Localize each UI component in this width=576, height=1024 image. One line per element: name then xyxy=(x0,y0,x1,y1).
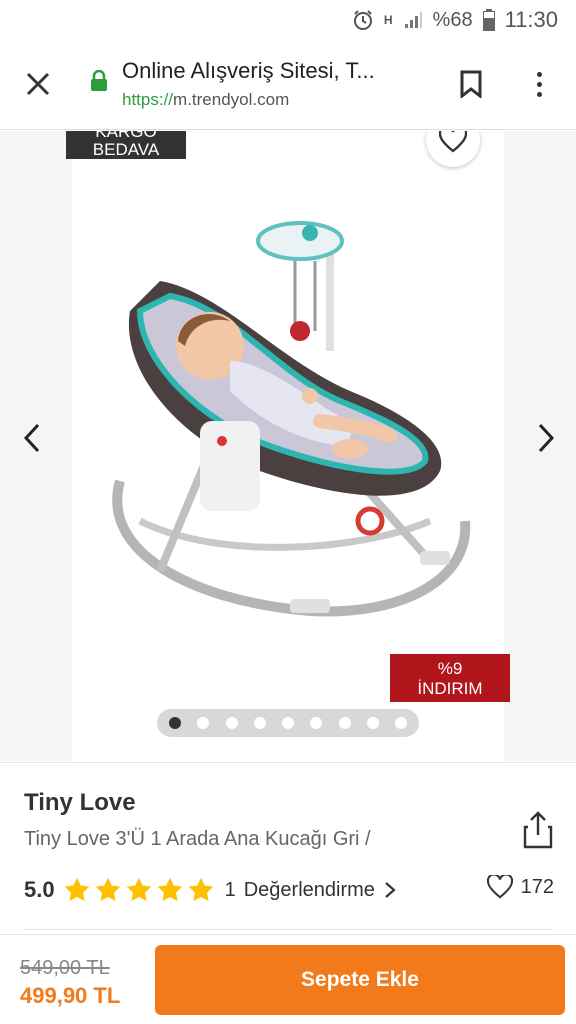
overflow-menu-dot xyxy=(536,81,542,87)
pagination-dot[interactable] xyxy=(310,717,323,729)
page-title[interactable]: Online Alışveriş Sitesi, T... xyxy=(122,58,422,84)
lock-icon xyxy=(90,69,108,92)
rating-score: 5.0 xyxy=(24,877,55,902)
alarm-icon xyxy=(352,9,374,31)
product-gallery[interactable]: KARGO BEDAVA %9 İNDIRIM xyxy=(0,131,576,761)
star-icon xyxy=(188,877,213,901)
discount-percent: %9 xyxy=(437,659,463,678)
heart-icon xyxy=(486,875,513,899)
signal-icon xyxy=(403,10,423,30)
status-bar: H %68 11:30 xyxy=(0,0,576,40)
pagination-dot[interactable] xyxy=(253,717,266,729)
close-button[interactable] xyxy=(20,66,56,102)
status-time: 11:30 xyxy=(504,7,558,32)
star-icon xyxy=(157,877,182,901)
network-type: H xyxy=(383,13,393,27)
pagination-dot[interactable] xyxy=(225,717,238,729)
share-icon xyxy=(523,811,553,849)
cargo-badge-line2: BEDAVA xyxy=(92,140,160,159)
pagination-dot[interactable] xyxy=(395,717,407,729)
heart-icon xyxy=(439,131,467,153)
overflow-menu-dot xyxy=(536,91,542,97)
star-icon xyxy=(95,877,120,901)
gallery-pagination[interactable] xyxy=(157,709,419,737)
previous-image-button[interactable] xyxy=(18,421,48,455)
reviews-link[interactable]: Değerlendirme xyxy=(244,879,375,902)
pagination-dot[interactable] xyxy=(366,717,379,729)
free-shipping-badge: KARGO BEDAVA xyxy=(66,131,186,159)
pagination-dot[interactable] xyxy=(197,717,210,729)
chevron-right-icon xyxy=(538,423,555,453)
rating-row: 5.0 1 Değerlendirme 172 xyxy=(24,875,554,905)
pagination-dot[interactable] xyxy=(282,717,294,729)
battery-icon xyxy=(482,9,495,31)
product-info: Tiny Love Tiny Love 3'Ü 1 Arada Ana Kuca… xyxy=(0,762,576,934)
close-icon xyxy=(26,72,50,96)
url-bar[interactable]: https://m.trendyol.com xyxy=(122,90,289,110)
url-scheme: https:// xyxy=(122,90,174,109)
product-image[interactable] xyxy=(100,221,480,621)
next-image-button[interactable] xyxy=(530,421,560,455)
purchase-bar: 549,00 TL 499,90 TL Sepete Ekle xyxy=(0,934,576,1024)
star-icon xyxy=(126,877,151,901)
discount-badge: %9 İNDIRIM xyxy=(390,654,510,702)
favorite-count: 172 xyxy=(520,875,554,898)
product-name: Tiny Love 3'Ü 1 Arada Ana Kucağı Gri / xyxy=(24,828,371,850)
rating-stars xyxy=(63,876,215,904)
bookmark-icon xyxy=(460,70,482,98)
browser-toolbar: Online Alışveriş Sitesi, T... https://m.… xyxy=(0,40,576,130)
overflow-menu-button[interactable] xyxy=(524,66,554,102)
product-brand[interactable]: Tiny Love xyxy=(24,789,136,817)
chevron-left-icon xyxy=(23,423,40,453)
share-button[interactable] xyxy=(522,811,554,849)
pagination-dot[interactable] xyxy=(169,717,181,729)
sale-price: 499,90 TL xyxy=(20,983,121,1008)
favorite-count-group[interactable]: 172 xyxy=(486,875,554,899)
bookmark-button[interactable] xyxy=(456,66,486,102)
star-icon xyxy=(64,877,89,901)
chevron-right-icon[interactable] xyxy=(383,881,397,899)
url-host: m.trendyol.com xyxy=(173,90,290,109)
battery-percent: %68 xyxy=(432,8,473,31)
overflow-menu-icon xyxy=(536,71,542,77)
divider xyxy=(24,929,552,930)
discount-label: İNDIRIM xyxy=(417,679,483,698)
original-price: 549,00 TL xyxy=(20,957,110,979)
review-count[interactable]: 1 xyxy=(225,879,236,902)
add-to-cart-button[interactable]: Sepete Ekle xyxy=(155,945,565,1015)
pagination-dot[interactable] xyxy=(338,717,351,729)
